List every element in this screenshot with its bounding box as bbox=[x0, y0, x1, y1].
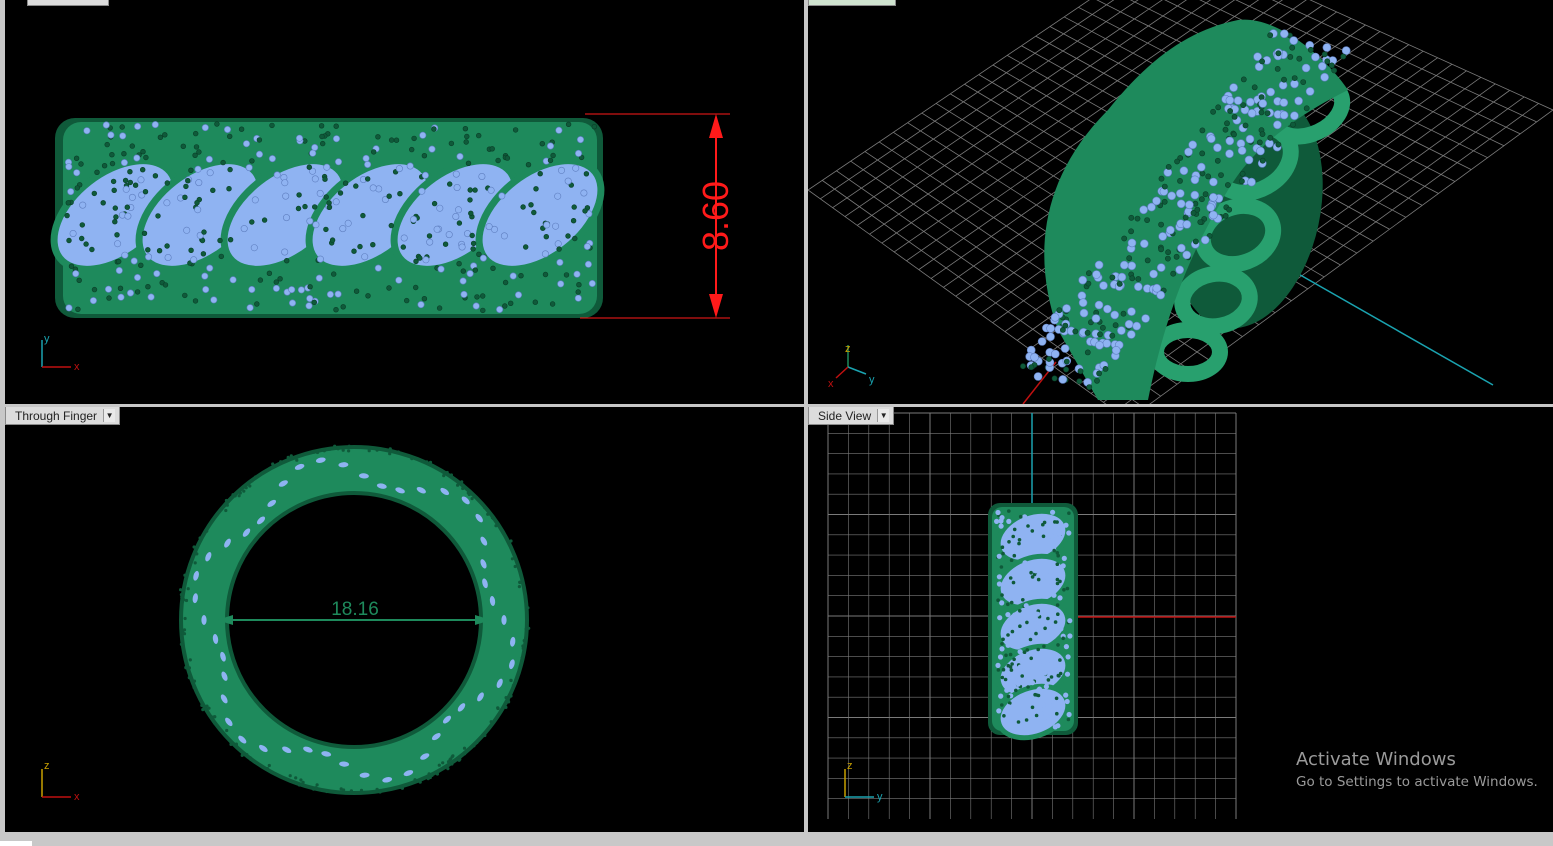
chevron-down-icon[interactable]: ▼ bbox=[877, 409, 890, 422]
svg-text:z: z bbox=[44, 760, 50, 772]
perspective-canvas: z y x bbox=[808, 0, 1553, 404]
svg-text:y: y bbox=[877, 791, 883, 803]
ring-model-front bbox=[50, 118, 605, 318]
viewport-tab-side-view[interactable]: Side View ▼ bbox=[808, 407, 895, 425]
svg-text:y: y bbox=[44, 333, 50, 345]
dimension-inner-diameter[interactable]: 18.16 bbox=[217, 599, 491, 625]
svg-text:x: x bbox=[74, 791, 80, 803]
viewport-front[interactable]: 8.60 y x bbox=[5, 0, 804, 404]
status-strip bbox=[0, 832, 1553, 846]
svg-text:z: z bbox=[845, 343, 851, 355]
svg-text:z: z bbox=[847, 760, 853, 772]
viewport-through-finger[interactable]: Through Finger ▼ 18.16 z x bbox=[5, 407, 804, 832]
axis-widget: y x bbox=[41, 333, 80, 373]
activation-watermark: Activate Windows Go to Settings to activ… bbox=[1296, 749, 1538, 790]
viewport-perspective[interactable]: z y x bbox=[808, 0, 1553, 404]
axis-widget: z x bbox=[41, 760, 80, 803]
viewport-label: Through Finger bbox=[15, 408, 98, 423]
svg-text:x: x bbox=[74, 361, 80, 373]
dimension-height[interactable]: 8.60 bbox=[580, 113, 736, 319]
chevron-down-icon[interactable]: ▼ bbox=[103, 409, 116, 422]
svg-text:y: y bbox=[869, 374, 875, 386]
viewport-tab-front[interactable] bbox=[27, 0, 109, 6]
dimension-label-height: 8.60 bbox=[695, 181, 736, 251]
watermark-subtitle: Go to Settings to activate Windows. bbox=[1296, 774, 1538, 790]
viewport-tab-through-finger[interactable]: Through Finger ▼ bbox=[5, 407, 121, 425]
through-finger-canvas: 18.16 z x bbox=[41, 444, 531, 803]
axis-widget: z y bbox=[844, 760, 883, 803]
viewport-label: Side View bbox=[818, 408, 872, 423]
axis-widget: z y x bbox=[828, 343, 875, 390]
watermark-title: Activate Windows bbox=[1296, 749, 1456, 770]
front-view-canvas: 8.60 y x bbox=[41, 113, 736, 373]
ring-model-side bbox=[988, 503, 1078, 741]
svg-text:x: x bbox=[828, 378, 834, 390]
dimension-label-diameter: 18.16 bbox=[331, 599, 379, 620]
viewport-tab-perspective[interactable] bbox=[808, 0, 896, 6]
